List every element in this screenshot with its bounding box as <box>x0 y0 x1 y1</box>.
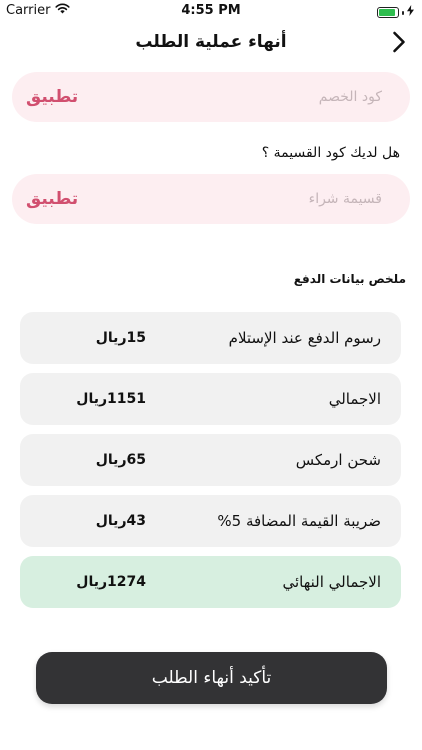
back-button[interactable] <box>386 30 412 58</box>
summary-value: 65ريال <box>95 452 146 468</box>
summary-label: الاجمالي <box>328 390 381 408</box>
summary-row-subtotal: الاجمالي 1151ريال <box>20 373 401 425</box>
battery-cap <box>402 10 404 15</box>
voucher-question: هل لديك كود القسيمة ؟ <box>261 145 400 161</box>
page-title: أنهاء عملية الطلب <box>135 32 287 52</box>
battery-indicator <box>377 5 414 20</box>
apply-voucher-button[interactable]: تطبيق <box>26 174 78 224</box>
status-time: 4:55 PM <box>181 3 241 18</box>
summary-value: 15ريال <box>95 330 146 346</box>
apply-discount-button[interactable]: تطبيق <box>26 72 78 122</box>
voucher-code-box: تطبيق <box>12 174 410 224</box>
payment-summary-title: ملخص بيانات الدفع <box>293 272 406 286</box>
summary-value: 1274ريال <box>76 574 146 590</box>
summary-value: 1151ريال <box>76 391 146 407</box>
summary-value: 43ريال <box>95 513 146 529</box>
battery-fill <box>379 9 396 16</box>
status-bar: Carrier 4:55 PM <box>0 0 422 22</box>
summary-row-grand-total: الاجمالي النهائي 1274ريال <box>20 556 401 608</box>
chevron-right-icon <box>392 31 406 57</box>
confirm-order-button[interactable]: تأكيد أنهاء الطلب <box>36 652 387 704</box>
summary-label: رسوم الدفع عند الإستلام <box>228 329 381 347</box>
navigation-bar: أنهاء عملية الطلب <box>0 22 422 66</box>
summary-row-cod-fee: رسوم الدفع عند الإستلام 15ريال <box>20 312 401 364</box>
summary-row-shipping: شحن ارمكس 65ريال <box>20 434 401 486</box>
summary-label: الاجمالي النهائي <box>282 573 381 591</box>
discount-code-input[interactable] <box>110 72 410 122</box>
voucher-code-input[interactable] <box>110 174 410 224</box>
summary-label: ضريبة القيمة المضافة 5% <box>217 512 381 530</box>
summary-label: شحن ارمكس <box>295 451 381 469</box>
charging-bolt-icon <box>407 5 414 20</box>
discount-code-box: تطبيق <box>12 72 410 122</box>
battery-icon <box>377 7 399 18</box>
summary-row-vat: ضريبة القيمة المضافة 5% 43ريال <box>20 495 401 547</box>
